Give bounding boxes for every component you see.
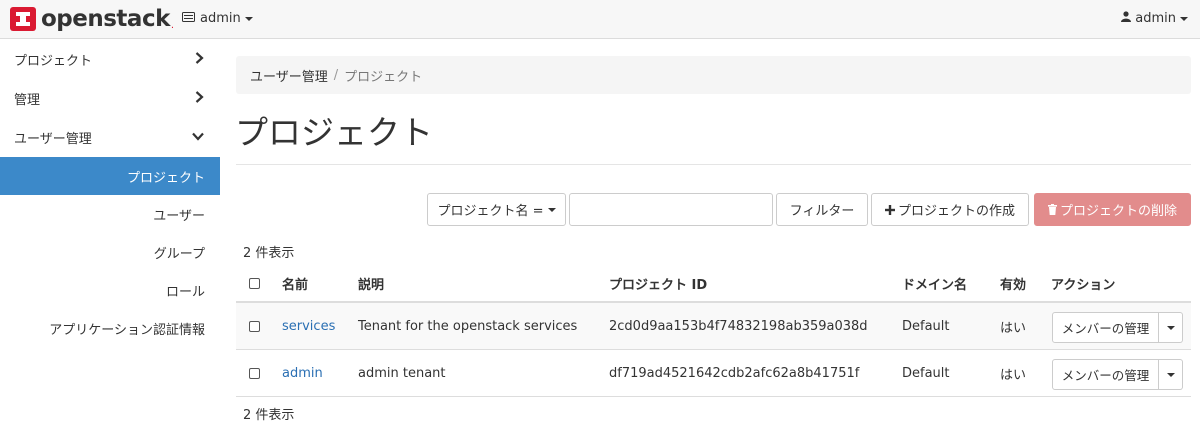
row-checkbox-cell — [249, 350, 260, 396]
sidebar-group-label: ユーザー管理 — [14, 132, 92, 147]
user-icon — [1121, 11, 1132, 26]
user-menu[interactable]: admin — [1121, 11, 1188, 26]
filter-input[interactable] — [569, 193, 773, 226]
filter-field-select[interactable]: プロジェクト名 = — [427, 193, 566, 226]
create-project-button[interactable]: プロジェクトの作成 — [871, 193, 1029, 226]
row-actions: メンバーの管理 — [1052, 312, 1183, 343]
row-actions-dropdown[interactable] — [1159, 312, 1183, 343]
project-description: admin tenant — [358, 365, 446, 381]
sidebar: プロジェクト 管理 ユーザー管理 プロジェクト ユーザー グループ ロール アプ… — [0, 40, 220, 347]
row-actions-dropdown[interactable] — [1159, 359, 1183, 390]
create-project-label: プロジェクトの作成 — [897, 204, 1015, 219]
brand-mark: . — [170, 20, 175, 31]
project-switcher[interactable]: admin — [182, 11, 253, 26]
sidebar-item-label: グループ — [153, 246, 205, 262]
sidebar-item-roles[interactable]: ロール — [0, 271, 220, 309]
top-navbar: openstack . admin admin — [0, 0, 1200, 39]
brand-text: openstack — [41, 6, 170, 32]
trash-icon — [1047, 204, 1057, 215]
column-header: アクション — [1051, 278, 1116, 293]
column-header[interactable]: 名前 — [282, 266, 308, 301]
sidebar-group-admin[interactable]: 管理 — [0, 79, 220, 118]
row-checkbox[interactable] — [249, 320, 260, 332]
caret-down-icon — [547, 207, 556, 212]
project-id: 2cd0d9aa153b4f74832198ab359a038d — [609, 318, 868, 334]
row-checkbox-cell — [249, 303, 260, 349]
row-checkbox[interactable] — [249, 367, 260, 379]
sidebar-item-application-credentials[interactable]: アプリケーション認証情報 — [0, 309, 220, 347]
caret-down-icon — [1166, 372, 1175, 377]
sidebar-item-label: アプリケーション認証情報 — [49, 322, 205, 338]
delete-project-label: プロジェクトの削除 — [1059, 204, 1177, 219]
caret-down-icon — [244, 16, 253, 21]
table-header: 名前 説明 プロジェクト ID ドメイン名 有効 アクション — [236, 266, 1191, 303]
sidebar-item-users[interactable]: ユーザー — [0, 195, 220, 233]
manage-members-button[interactable]: メンバーの管理 — [1052, 312, 1159, 343]
breadcrumb: ユーザー管理 / プロジェクト — [236, 56, 1191, 94]
filter-button[interactable]: フィルター — [776, 193, 868, 226]
sidebar-item-projects[interactable]: プロジェクト — [0, 157, 220, 195]
openstack-logo[interactable]: openstack . — [10, 7, 174, 31]
sidebar-item-label: ユーザー — [153, 208, 205, 224]
select-all-checkbox-cell — [249, 266, 260, 301]
title-divider — [236, 164, 1191, 165]
sidebar-group-label: プロジェクト — [14, 54, 93, 69]
filter-button-label: フィルター — [789, 204, 855, 219]
sidebar-group-label: 管理 — [14, 93, 41, 108]
breadcrumb-parent[interactable]: ユーザー管理 — [250, 66, 328, 85]
breadcrumb-separator: / — [333, 67, 339, 83]
project-switcher-label: admin — [200, 11, 241, 26]
sidebar-group-project[interactable]: プロジェクト — [0, 40, 220, 79]
project-description: Tenant for the openstack services — [358, 318, 578, 334]
row-actions: メンバーの管理 — [1052, 359, 1183, 390]
openstack-logo-icon — [10, 7, 36, 31]
column-header[interactable]: プロジェクト ID — [609, 266, 707, 301]
select-all-checkbox[interactable] — [249, 278, 260, 289]
sidebar-item-label: プロジェクト — [126, 170, 205, 186]
project-list-icon — [182, 11, 195, 26]
project-enabled: はい — [1000, 367, 1027, 383]
table-row: admin admin tenant df719ad4521642cdb2afc… — [236, 350, 1191, 397]
delete-project-button[interactable]: プロジェクトの削除 — [1034, 193, 1191, 226]
plus-icon — [884, 204, 895, 215]
chevron-right-icon — [195, 51, 204, 68]
item-count-footer: 2 件表示 — [243, 408, 295, 423]
caret-down-icon — [1166, 325, 1175, 330]
filter-field-label: プロジェクト名 = — [437, 204, 544, 219]
project-enabled: はい — [1000, 320, 1027, 336]
column-header[interactable]: 説明 — [358, 266, 384, 301]
chevron-down-icon — [192, 130, 204, 145]
column-header[interactable]: ドメイン名 — [902, 266, 967, 301]
column-header[interactable]: 有効 — [1000, 266, 1026, 301]
project-name-link[interactable]: services — [282, 303, 335, 349]
sidebar-item-label: ロール — [165, 284, 205, 300]
project-domain: Default — [902, 318, 950, 334]
manage-members-button[interactable]: メンバーの管理 — [1052, 359, 1159, 390]
chevron-right-icon — [195, 90, 204, 107]
page-title: プロジェクト — [235, 113, 433, 152]
sidebar-item-groups[interactable]: グループ — [0, 233, 220, 271]
breadcrumb-current: プロジェクト — [344, 69, 423, 85]
projects-table: 名前 説明 プロジェクト ID ドメイン名 有効 アクション services … — [236, 266, 1191, 397]
user-menu-label: admin — [1135, 11, 1176, 26]
caret-down-icon — [1180, 16, 1188, 21]
item-count: 2 件表示 — [243, 246, 295, 261]
sidebar-group-identity[interactable]: ユーザー管理 — [0, 118, 220, 157]
project-name-link[interactable]: admin — [282, 350, 323, 396]
project-id: df719ad4521642cdb2afc62a8b41751f — [609, 365, 860, 381]
project-domain: Default — [902, 365, 950, 381]
table-row: services Tenant for the openstack servic… — [236, 303, 1191, 350]
